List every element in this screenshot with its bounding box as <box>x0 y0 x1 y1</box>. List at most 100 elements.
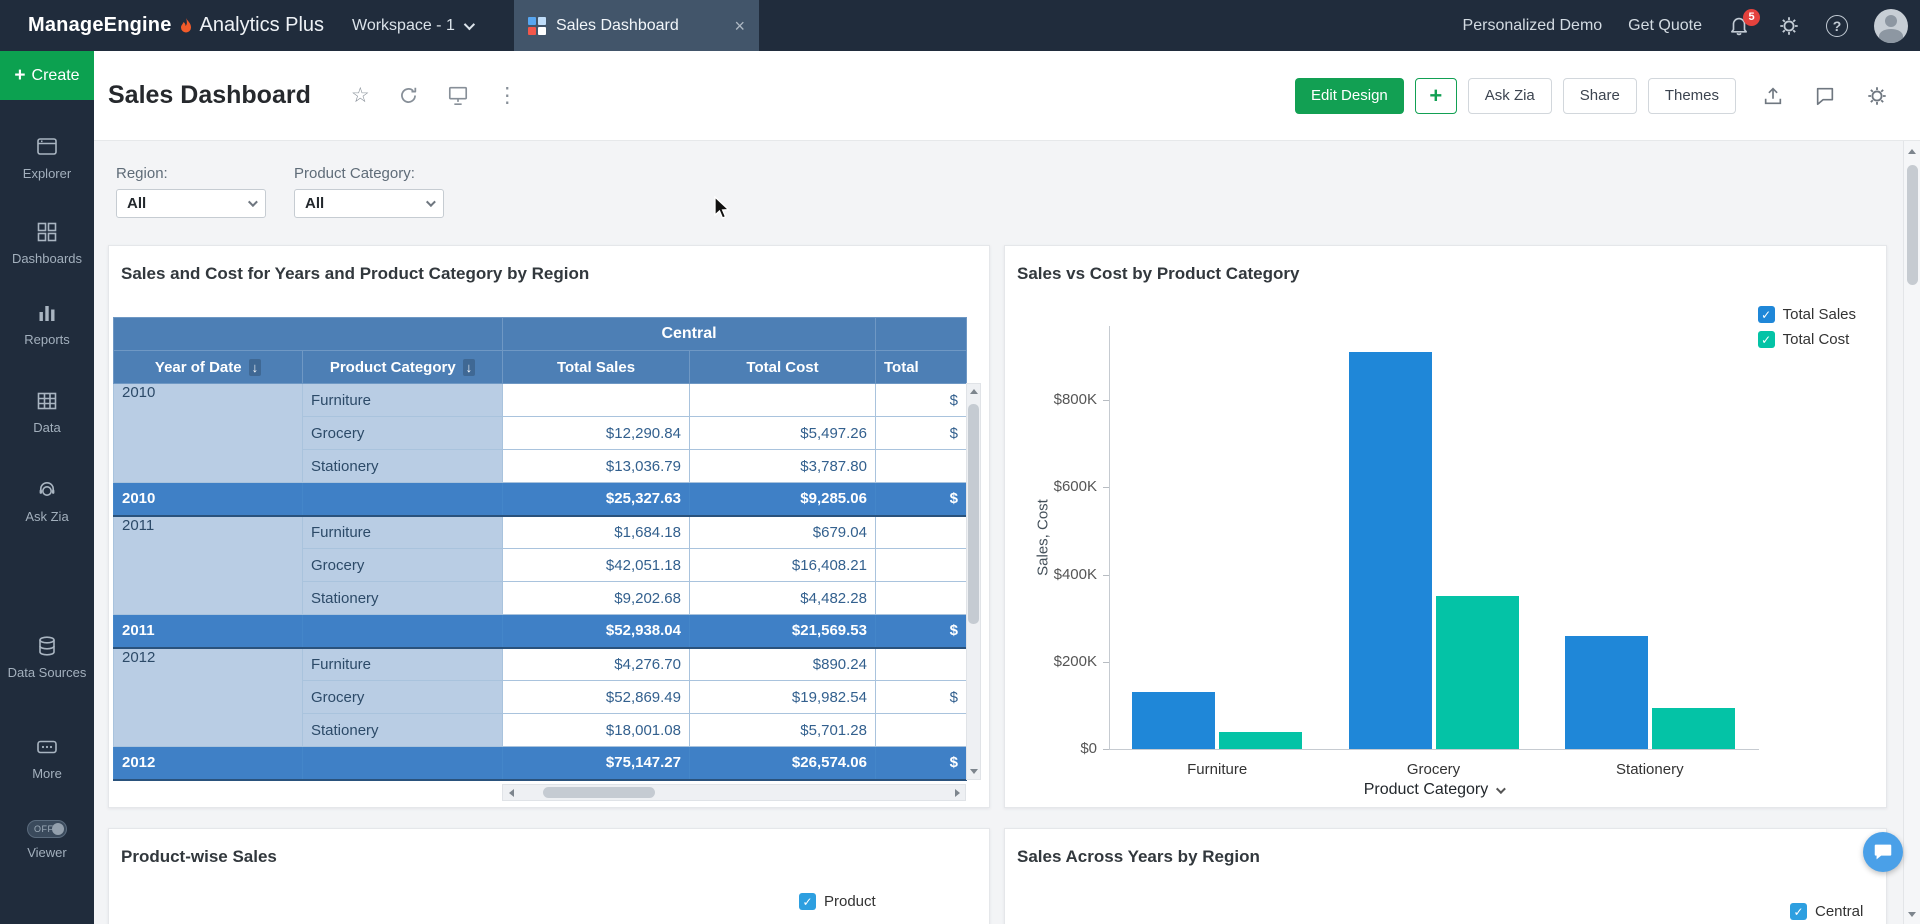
pivot-cost-cell[interactable]: $679.04 <box>690 516 876 549</box>
pivot-col-total-cost[interactable]: Total Cost <box>690 351 876 384</box>
pivot-year-cell[interactable]: 2011 <box>114 516 303 615</box>
pivot-total-category[interactable] <box>303 615 503 648</box>
scroll-down-arrow[interactable] <box>1904 906 1920 922</box>
sidebar-item-data[interactable]: Data <box>0 389 94 436</box>
pivot-cost-cell[interactable] <box>690 384 876 417</box>
pivot-year-cell[interactable]: 2010 <box>114 384 303 483</box>
legend-item[interactable]: ✓ Central <box>1790 903 1863 920</box>
main-scrollbar-thumb[interactable] <box>1907 165 1918 285</box>
pivot-category-cell[interactable]: Furniture <box>303 648 503 681</box>
pivot-cut-cell[interactable] <box>876 648 967 681</box>
bar-total-cost[interactable] <box>1436 596 1519 749</box>
legend-checkbox[interactable]: ✓ <box>799 893 816 910</box>
tab-close-icon[interactable]: × <box>734 17 745 35</box>
sort-desc-icon[interactable]: ↓ <box>249 359 262 376</box>
region-filter-select[interactable]: All <box>116 189 266 218</box>
refresh-icon[interactable] <box>398 85 419 106</box>
pivot-hscrollbar[interactable] <box>502 784 966 801</box>
sidebar-item-dashboards[interactable]: Dashboards <box>0 220 94 267</box>
pivot-cost-cell[interactable]: $19,982.54 <box>690 681 876 714</box>
pivot-sales-cell[interactable]: $12,290.84 <box>503 417 690 450</box>
sidebar-item-data-sources[interactable]: Data Sources <box>0 634 94 681</box>
help-button[interactable]: ? <box>1826 15 1848 37</box>
sidebar-item-more[interactable]: More <box>0 735 94 782</box>
pivot-total-cost[interactable]: $21,569.53 <box>690 615 876 648</box>
scroll-up-arrow[interactable] <box>1904 143 1920 159</box>
pivot-cut-cell[interactable]: $ <box>876 417 967 450</box>
pivot-year-cell[interactable]: 2012 <box>114 648 303 747</box>
bar-total-cost[interactable] <box>1219 732 1302 749</box>
pivot-cost-cell[interactable]: $16,408.21 <box>690 549 876 582</box>
pivot-col-category[interactable]: Product Category↓ <box>303 351 503 384</box>
bar-total-sales[interactable] <box>1132 692 1215 749</box>
pivot-sales-cell[interactable]: $4,276.70 <box>503 648 690 681</box>
add-widget-button[interactable]: + <box>1415 78 1457 114</box>
settings-gear-icon[interactable] <box>1778 15 1800 37</box>
pivot-cut-cell[interactable] <box>876 582 967 615</box>
legend-item[interactable]: ✓ Product <box>799 893 876 910</box>
pivot-sales-cell[interactable] <box>503 384 690 417</box>
pivot-cost-cell[interactable]: $5,701.28 <box>690 714 876 747</box>
edit-design-button[interactable]: Edit Design <box>1295 78 1404 114</box>
bar-total-sales[interactable] <box>1565 636 1648 749</box>
pivot-cut-cell[interactable] <box>876 549 967 582</box>
pivot-sales-cell[interactable]: $13,036.79 <box>503 450 690 483</box>
pivot-col-year[interactable]: Year of Date↓ <box>114 351 303 384</box>
pivot-total-sales[interactable]: $52,938.04 <box>503 615 690 648</box>
workspace-switcher[interactable]: Workspace - 1 <box>352 0 472 51</box>
avatar[interactable] <box>1874 9 1908 43</box>
pivot-category-cell[interactable]: Stationery <box>303 582 503 615</box>
sidebar-item-viewer[interactable]: OFF Viewer <box>0 820 94 861</box>
pivot-total-year[interactable]: 2012 <box>114 747 303 780</box>
pivot-sales-cell[interactable]: $52,869.49 <box>503 681 690 714</box>
get-quote-link[interactable]: Get Quote <box>1628 17 1702 35</box>
legend-checkbox[interactable]: ✓ <box>1790 903 1807 920</box>
pivot-total-cost[interactable]: $26,574.06 <box>690 747 876 780</box>
pivot-sales-cell[interactable]: $1,684.18 <box>503 516 690 549</box>
pivot-col-total-cut[interactable]: Total <box>876 351 967 384</box>
scroll-up-arrow[interactable] <box>967 384 980 399</box>
pivot-total-cut[interactable]: $ <box>876 483 967 516</box>
bar-total-sales[interactable] <box>1349 352 1432 749</box>
sidebar-item-ask-zia[interactable]: Ask Zia <box>0 478 94 525</box>
pivot-total-year[interactable]: 2011 <box>114 615 303 648</box>
pivot-total-cost[interactable]: $9,285.06 <box>690 483 876 516</box>
pivot-sales-cell[interactable]: $9,202.68 <box>503 582 690 615</box>
export-button[interactable] <box>1758 81 1788 111</box>
pivot-sales-cell[interactable]: $42,051.18 <box>503 549 690 582</box>
main-scrollbar[interactable] <box>1903 141 1920 924</box>
pivot-vscrollbar-thumb[interactable] <box>968 404 979 624</box>
pivot-total-cut[interactable]: $ <box>876 747 967 780</box>
pivot-category-cell[interactable]: Furniture <box>303 516 503 549</box>
pivot-sales-cell[interactable]: $18,001.08 <box>503 714 690 747</box>
sidebar-item-explorer[interactable]: Explorer <box>0 135 94 182</box>
pivot-cut-cell[interactable]: $ <box>876 681 967 714</box>
share-button[interactable]: Share <box>1563 78 1637 114</box>
create-button[interactable]: + Create <box>0 51 94 100</box>
sort-desc-icon[interactable]: ↓ <box>463 359 476 376</box>
scroll-right-arrow[interactable] <box>949 785 965 800</box>
legend-checkbox[interactable]: ✓ <box>1758 331 1775 348</box>
scroll-left-arrow[interactable] <box>503 785 519 800</box>
pivot-total-category[interactable] <box>303 483 503 516</box>
pivot-category-cell[interactable]: Grocery <box>303 549 503 582</box>
pivot-hscrollbar-thumb[interactable] <box>543 787 655 798</box>
slideshow-icon[interactable] <box>447 85 469 106</box>
viewer-toggle[interactable]: OFF <box>27 820 67 838</box>
bar-total-cost[interactable] <box>1652 708 1735 749</box>
pivot-cost-cell[interactable]: $4,482.28 <box>690 582 876 615</box>
pivot-cut-cell[interactable]: $ <box>876 384 967 417</box>
legend-item[interactable]: ✓Total Cost <box>1758 331 1856 348</box>
sidebar-item-reports[interactable]: Reports <box>0 301 94 348</box>
pivot-cut-cell[interactable] <box>876 714 967 747</box>
assistant-chat-button[interactable] <box>1863 832 1903 872</box>
pivot-total-sales[interactable]: $75,147.27 <box>503 747 690 780</box>
legend-item[interactable]: ✓Total Sales <box>1758 306 1856 323</box>
pivot-category-cell[interactable]: Stationery <box>303 450 503 483</box>
pivot-category-cell[interactable]: Grocery <box>303 681 503 714</box>
pivot-category-cell[interactable]: Grocery <box>303 417 503 450</box>
pivot-total-category[interactable] <box>303 747 503 780</box>
favorite-star-icon[interactable]: ☆ <box>351 85 370 106</box>
comments-button[interactable] <box>1810 81 1840 111</box>
pivot-cost-cell[interactable]: $890.24 <box>690 648 876 681</box>
